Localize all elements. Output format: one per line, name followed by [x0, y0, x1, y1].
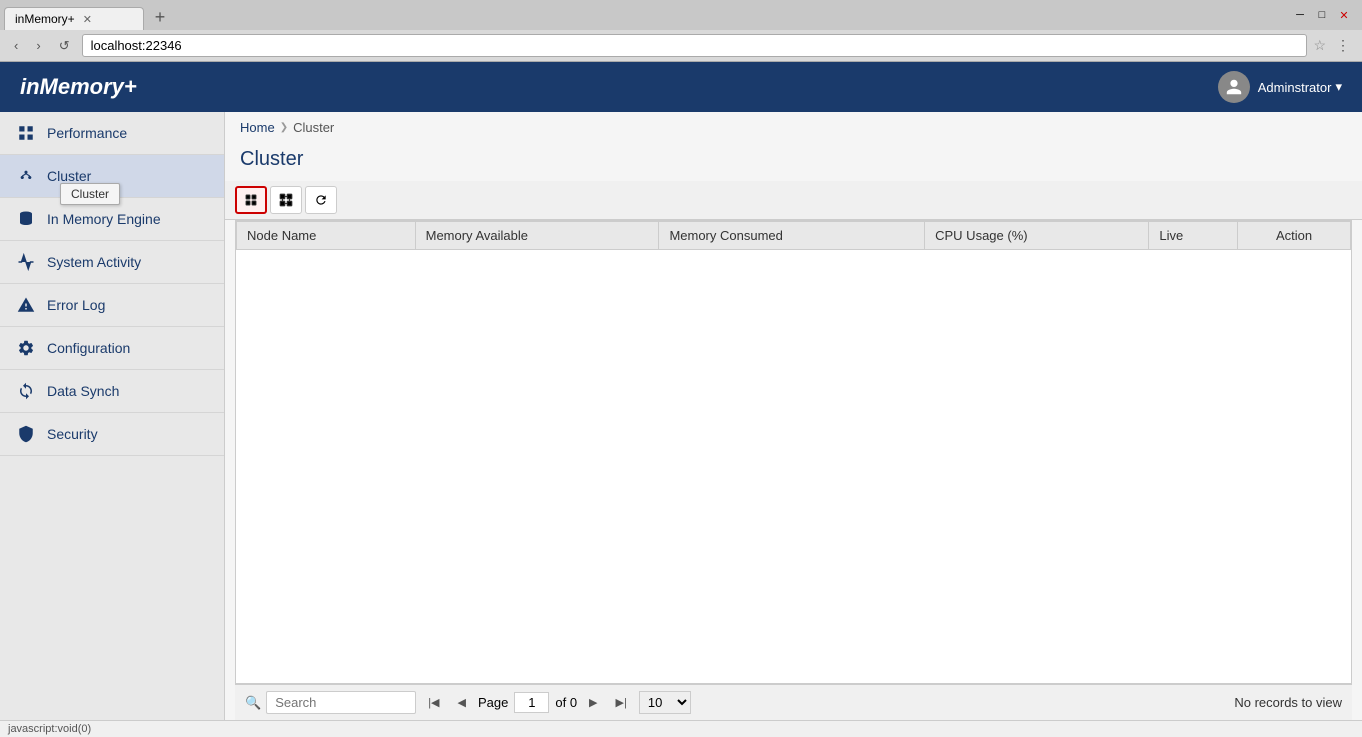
new-tab-btn[interactable]: + — [146, 4, 174, 30]
shield-icon — [15, 423, 37, 445]
breadcrumb: Home ❯ Cluster — [225, 112, 1362, 143]
sidebar-label-cluster: Cluster — [47, 168, 91, 184]
app-logo: inMemory+ — [20, 74, 137, 100]
app-header: inMemory+ Adminstrator ▾ — [0, 62, 1362, 112]
cluster-table: Node Name Memory Available Memory Consum… — [236, 221, 1351, 250]
col-memory-consumed: Memory Consumed — [659, 222, 925, 250]
tab-close-btn[interactable]: ✕ — [83, 13, 133, 26]
next-page-btn[interactable]: ▶ — [583, 693, 603, 712]
sidebar-item-cluster[interactable]: Cluster Cluster — [0, 155, 224, 198]
prev-page-btn[interactable]: ◀ — [452, 693, 472, 712]
search-area: 🔍 — [245, 691, 416, 714]
browser-chrome: inMemory+ ✕ + ─ □ ✕ ‹ › ↺ ☆ ⋮ — [0, 0, 1362, 62]
sidebar-label-in-memory-engine: In Memory Engine — [47, 211, 161, 227]
user-label: Adminstrator — [1258, 80, 1332, 95]
reload-btn[interactable]: ↺ — [53, 35, 76, 57]
breadcrumb-sep: ❯ — [280, 122, 288, 133]
last-page-btn[interactable]: ▶| — [610, 693, 633, 712]
page-number-input[interactable] — [514, 692, 549, 713]
user-area: Adminstrator ▾ — [1218, 71, 1342, 103]
status-bar: javascript:void(0) — [0, 720, 1362, 737]
user-dropdown[interactable]: Adminstrator ▾ — [1258, 79, 1342, 95]
win-maximize-btn[interactable]: □ — [1314, 7, 1330, 23]
first-page-btn[interactable]: |◀ — [422, 693, 445, 712]
sidebar-item-error-log[interactable]: Error Log — [0, 284, 224, 327]
page-title: Cluster — [225, 143, 1362, 181]
pagination-bar: 🔍 |◀ ◀ Page of 0 ▶ ▶| 10 25 50 100 No re… — [235, 684, 1352, 720]
of-label: of 0 — [555, 695, 577, 710]
app-container: inMemory+ Adminstrator ▾ Performance — [0, 62, 1362, 720]
menu-btn[interactable]: ⋮ — [1332, 35, 1354, 56]
sidebar-item-performance[interactable]: Performance — [0, 112, 224, 155]
search-icon: 🔍 — [245, 695, 261, 711]
col-memory-available: Memory Available — [415, 222, 659, 250]
warning-icon — [15, 294, 37, 316]
page-size-select[interactable]: 10 25 50 100 — [639, 691, 691, 714]
win-close-btn[interactable]: ✕ — [1336, 7, 1352, 23]
add-node-button[interactable] — [235, 186, 267, 214]
page-label: Page — [478, 695, 508, 710]
bookmark-btn[interactable]: ☆ — [1313, 37, 1326, 54]
win-minimize-btn[interactable]: ─ — [1292, 7, 1308, 23]
breadcrumb-home[interactable]: Home — [240, 120, 275, 135]
address-input[interactable] — [82, 34, 1308, 57]
app-body: Performance Cluster Cluster In Memory En… — [0, 112, 1362, 720]
col-cpu-usage: CPU Usage (%) — [925, 222, 1149, 250]
status-text: javascript:void(0) — [8, 723, 91, 735]
col-node-name: Node Name — [237, 222, 416, 250]
search-input[interactable] — [266, 691, 416, 714]
sidebar-label-performance: Performance — [47, 125, 127, 141]
sidebar-item-data-synch[interactable]: Data Synch — [0, 370, 224, 413]
data-table-container: Node Name Memory Available Memory Consum… — [235, 220, 1352, 684]
forward-btn[interactable]: › — [30, 35, 46, 56]
back-btn[interactable]: ‹ — [8, 35, 24, 56]
sidebar-label-system-activity: System Activity — [47, 254, 141, 270]
sidebar-label-data-synch: Data Synch — [47, 383, 119, 399]
activity-icon — [15, 251, 37, 273]
sidebar-item-configuration[interactable]: Configuration — [0, 327, 224, 370]
breadcrumb-current: Cluster — [293, 120, 334, 135]
address-bar: ‹ › ↺ ☆ ⋮ — [0, 30, 1362, 61]
nodes-icon — [15, 165, 37, 187]
gear-icon — [15, 337, 37, 359]
sidebar-item-security[interactable]: Security — [0, 413, 224, 456]
sidebar-label-security: Security — [47, 426, 98, 442]
toolbar — [225, 181, 1362, 220]
database-icon — [15, 208, 37, 230]
sidebar-label-configuration: Configuration — [47, 340, 130, 356]
no-records-label: No records to view — [1234, 695, 1342, 710]
main-content: Home ❯ Cluster Cluster — [225, 112, 1362, 720]
cluster-tooltip: Cluster — [60, 183, 120, 205]
sidebar-label-error-log: Error Log — [47, 297, 105, 313]
grid-icon — [15, 122, 37, 144]
browser-tab[interactable]: inMemory+ ✕ — [4, 7, 144, 30]
sidebar-item-system-activity[interactable]: System Activity — [0, 241, 224, 284]
user-avatar — [1218, 71, 1250, 103]
dropdown-arrow-icon: ▾ — [1335, 79, 1342, 95]
tab-title: inMemory+ — [15, 12, 75, 26]
col-live: Live — [1149, 222, 1238, 250]
topology-button[interactable] — [270, 186, 302, 214]
col-action: Action — [1238, 222, 1351, 250]
sidebar: Performance Cluster Cluster In Memory En… — [0, 112, 225, 720]
refresh-button[interactable] — [305, 186, 337, 214]
sync-icon — [15, 380, 37, 402]
